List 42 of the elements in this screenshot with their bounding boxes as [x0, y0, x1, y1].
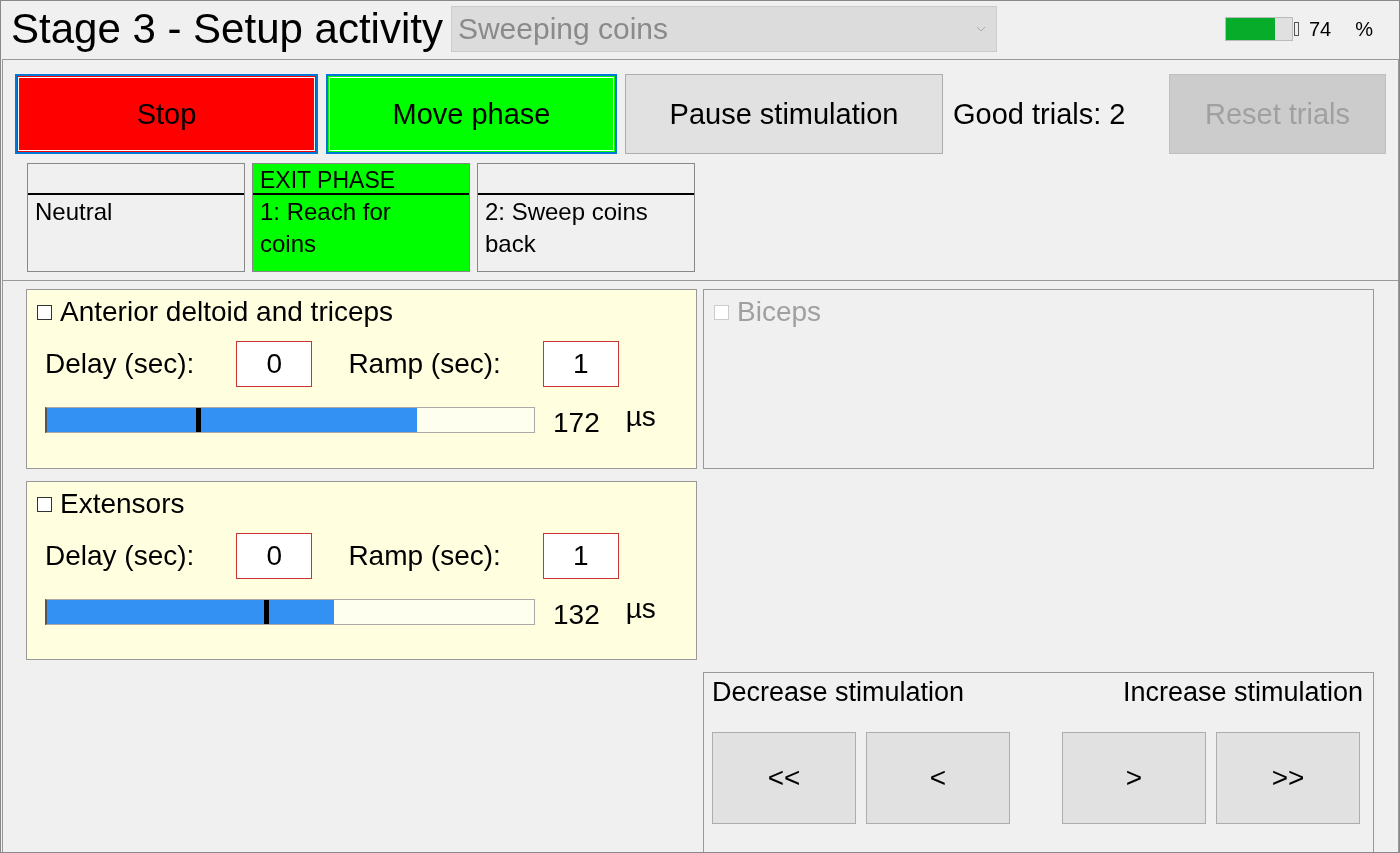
delay-field[interactable]: 0: [236, 533, 313, 579]
control-button[interactable]: Move phase: [326, 74, 617, 154]
chevron-icon: [975, 26, 986, 32]
phase-tile[interactable]: EXIT PHASE 1: Reach for coins: [252, 163, 470, 272]
phase-label: 2: Sweep coins back: [485, 198, 648, 257]
intensity-reading: 172: [553, 407, 600, 439]
control-button[interactable]: Pause stimulation: [625, 74, 943, 154]
battery-reading: 74: [1308, 17, 1332, 41]
intensity-unit: µs: [625, 593, 656, 625]
phase-label: Neutral: [35, 198, 113, 225]
battery-unit: %: [1355, 17, 1373, 41]
delay-label: Delay (sec):: [45, 540, 195, 572]
slider-thumb[interactable]: [264, 600, 270, 624]
intensity-reading: 132: [553, 599, 600, 631]
increase-button[interactable]: >: [1062, 732, 1206, 824]
ramp-label: Ramp (sec):: [348, 348, 501, 380]
increase-label: Increase stimulation: [1122, 677, 1363, 708]
decrease-button[interactable]: <<: [712, 732, 856, 824]
control-button[interactable]: Stop: [15, 74, 318, 154]
ramp-label: Ramp (sec):: [348, 540, 501, 572]
delay-field[interactable]: 0: [236, 341, 313, 387]
muscle-name: Biceps: [737, 296, 822, 328]
phase-label: 1: Reach for coins: [260, 198, 391, 257]
decrease-button[interactable]: <: [866, 732, 1010, 824]
muscle-name: Anterior deltoid and triceps: [60, 296, 394, 328]
phase-header: EXIT PHASE: [260, 167, 396, 193]
increase-button[interactable]: >>: [1216, 732, 1360, 824]
decrease-label: Decrease stimulation: [712, 677, 965, 708]
phase-tile[interactable]: Neutral: [27, 163, 245, 272]
window-title: Stage 3 - Setup activity: [11, 5, 443, 53]
phase-tile[interactable]: 2: Sweep coins back: [477, 163, 695, 272]
muscle-checkbox[interactable]: [37, 496, 52, 512]
intensity-slider[interactable]: [45, 599, 535, 625]
slider-thumb[interactable]: [195, 408, 201, 432]
delay-label: Delay (sec):: [45, 348, 195, 380]
muscle-checkbox[interactable]: [37, 304, 52, 320]
intensity-unit: µs: [625, 401, 656, 433]
good-trials-count: Good trials: 2: [953, 97, 1126, 131]
ramp-field[interactable]: 1: [542, 341, 619, 387]
muscle-name: Extensors: [60, 488, 185, 520]
intensity-slider[interactable]: [45, 407, 535, 433]
ramp-field[interactable]: 1: [542, 533, 619, 579]
